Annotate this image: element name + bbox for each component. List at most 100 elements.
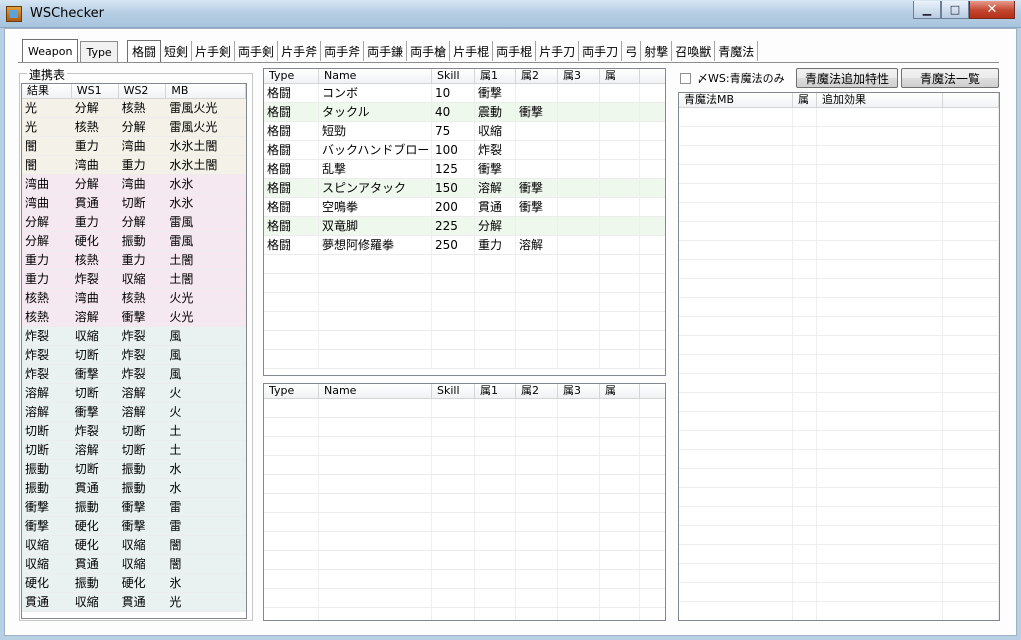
ws-table-col-header[interactable]: 属 — [600, 69, 640, 83]
chain-table-row[interactable]: 収縮 貫通 収縮 闇 — [22, 555, 246, 574]
chain-table-row[interactable]: 溶解 衝撃 溶解 火 — [22, 403, 246, 422]
chain-table-row[interactable]: 分解 重力 分解 雷風 — [22, 213, 246, 232]
ws-table2-col-header[interactable]: Skill — [432, 384, 475, 398]
tab-weapon-8[interactable]: 片手棍 — [450, 41, 494, 61]
chain-table-row[interactable]: 核熱 溶解 衝撃 火光 — [22, 308, 246, 327]
ws-table-row[interactable]: 格闘 スピンアタック 150 溶解 衝撃 — [264, 179, 665, 198]
blue-magic-empty-row — [679, 469, 999, 488]
chain-table-col-header[interactable]: MB — [166, 84, 246, 98]
tab-weapon-15[interactable]: 青魔法 — [715, 41, 759, 61]
blue-magic-col-header[interactable]: 青魔法MB — [679, 93, 793, 107]
tab-type[interactable]: Type — [80, 41, 118, 62]
tab-weapon-7[interactable]: 両手槍 — [407, 41, 451, 61]
ws-table-row[interactable]: 格闘 夢想阿修羅拳 250 重力 溶解 — [264, 236, 665, 255]
tab-weapon-9[interactable]: 両手棍 — [493, 41, 537, 61]
blue-magic-list-button[interactable]: 青魔法一覧 — [901, 68, 999, 88]
tab-weapon-13[interactable]: 射撃 — [641, 41, 673, 61]
chain-table-row[interactable]: 炸裂 衝撃 炸裂 風 — [22, 365, 246, 384]
chain-table-row[interactable]: 衝撃 硬化 衝撃 雷 — [22, 517, 246, 536]
chain-table-row[interactable]: 衝撃 振動 衝撃 雷 — [22, 498, 246, 517]
minimize-button[interactable]: ▁ — [913, 1, 941, 19]
ws-table2-cell — [264, 551, 319, 569]
blue-magic-table[interactable]: 青魔法MB 属追加効果 — [678, 92, 1000, 621]
ws-table2-col-header[interactable]: 属1 — [475, 384, 516, 398]
chain-table-row[interactable]: 湾曲 貫通 切断 水氷 — [22, 194, 246, 213]
blue-magic-only-checkbox[interactable]: 〆WS:青魔法のみ — [680, 70, 785, 86]
ws-table-row[interactable]: 格闘 コンボ 10 衝撃 — [264, 84, 665, 103]
chain-table-col-header[interactable]: WS1 — [72, 84, 119, 98]
chain-table-row[interactable]: 光 分解 核熱 雷風火光 — [22, 99, 246, 118]
chain-table-row[interactable]: 収縮 硬化 収縮 闇 — [22, 536, 246, 555]
ws-table-row[interactable]: 格闘 短勁 75 収縮 — [264, 122, 665, 141]
ws-table-row[interactable]: 格闘 双竜脚 225 分解 — [264, 217, 665, 236]
chain-table-row[interactable]: 重力 炸裂 収縮 土闇 — [22, 270, 246, 289]
blue-magic-col-header[interactable]: 属 — [793, 93, 817, 107]
ws-table2-col-header[interactable]: Name — [319, 384, 432, 398]
ws-table-col-header[interactable]: Skill — [432, 69, 475, 83]
ws-table-col-header[interactable]: 属2 — [516, 69, 558, 83]
ws-table-col-header[interactable]: 属1 — [475, 69, 516, 83]
blue-magic-trait-button[interactable]: 青魔法追加特性 — [796, 68, 898, 88]
chain-table-row[interactable]: 切断 溶解 切断 土 — [22, 441, 246, 460]
tab-weapon-0[interactable]: 格闘 — [127, 40, 162, 62]
ws-table-col-header[interactable]: 属3 — [558, 69, 600, 83]
ws-table2-col-header[interactable]: 属3 — [558, 384, 600, 398]
blue-magic-col-header[interactable] — [943, 93, 999, 107]
ws-table-cell — [600, 141, 640, 159]
ws-table2-cell — [319, 570, 432, 588]
maximize-button[interactable]: □ — [941, 1, 969, 19]
chain-table-col-header[interactable]: WS2 — [119, 84, 167, 98]
ws-table-row[interactable]: 格闘 バックハンドブロー 100 炸裂 — [264, 141, 665, 160]
ws-table[interactable]: Type Name Skill 属1 属2 属3 属格闘 コンボ 10 衝撃 格闘 タックル 40 震動衝… — [263, 68, 666, 376]
ws-table2-empty-row — [264, 570, 665, 589]
blue-magic-col-header[interactable]: 追加効果 — [817, 93, 943, 107]
chain-table[interactable]: 結果 WS1 WS2 MB 光分解 核熱 雷風火光光核熱 分解 雷風火光闇重力 湾曲 水氷土闇闇湾曲… — [21, 83, 247, 619]
checkbox-box[interactable] — [680, 72, 691, 84]
tab-weapon-1[interactable]: 短剣 — [161, 41, 193, 61]
chain-table-row[interactable]: 貫通 収縮 貫通 光 — [22, 593, 246, 612]
ws-table2-cell — [432, 475, 475, 493]
chain-table-row[interactable]: 切断 炸裂 切断 土 — [22, 422, 246, 441]
tab-weapon-6[interactable]: 両手鎌 — [364, 41, 408, 61]
tab-weapon-11[interactable]: 両手刀 — [579, 41, 623, 61]
tab-weapon[interactable]: Weapon — [22, 39, 79, 62]
chain-table-col-header[interactable]: 結果 — [22, 84, 72, 98]
ws-table-col-header[interactable]: Name — [319, 69, 432, 83]
chain-table-row[interactable]: 核熱 湾曲 核熱 火光 — [22, 289, 246, 308]
ws-table-col-header[interactable]: Type — [264, 69, 319, 83]
ws-table2-col-header[interactable]: 属2 — [516, 384, 558, 398]
title-bar[interactable]: WSChecker ▁ □ ✕ — [0, 0, 1021, 28]
blue-magic-cell — [943, 184, 999, 202]
chain-table-row[interactable]: 光 核熱 分解 雷風火光 — [22, 118, 246, 137]
tab-weapon-14[interactable]: 召喚獣 — [672, 41, 716, 61]
chain-table-row[interactable]: 振動 貫通 振動 水 — [22, 479, 246, 498]
ws-table2-col-header[interactable]: Type — [264, 384, 319, 398]
chain-table-row[interactable]: 炸裂 収縮 炸裂 風 — [22, 327, 246, 346]
tab-weapon-2[interactable]: 片手剣 — [192, 41, 236, 61]
chain-table-row[interactable]: 闇 重力 湾曲 水氷土闇 — [22, 137, 246, 156]
chain-table-row[interactable]: 硬化 振動 硬化 氷 — [22, 574, 246, 593]
blue-magic-cell — [679, 317, 793, 335]
chain-table-row[interactable]: 重力 核熱 重力 土闇 — [22, 251, 246, 270]
chain-table-cell: 重力 — [121, 253, 146, 267]
ws-table-row[interactable]: 格闘 乱撃 125 衝撃 — [264, 160, 665, 179]
chain-table-row[interactable]: 闇 湾曲 重力 水氷土闇 — [22, 156, 246, 175]
chain-table-row[interactable]: 炸裂 切断 炸裂 風 — [22, 346, 246, 365]
ws-table-row[interactable]: 格闘 タックル 40 震動 衝撃 — [264, 103, 665, 122]
blue-magic-cell — [679, 507, 793, 525]
ws-table-row[interactable]: 格闘 空鳴拳 200 貫通 衝撃 — [264, 198, 665, 217]
tab-weapon-12[interactable]: 弓 — [622, 41, 642, 61]
tab-weapon-10[interactable]: 片手刀 — [536, 41, 580, 61]
tab-weapon-5[interactable]: 両手斧 — [321, 41, 365, 61]
chain-table-row[interactable]: 分解 硬化 振動 雷風 — [22, 232, 246, 251]
ws-table-secondary[interactable]: Type Name Skill 属1 属2 属3 属 — [263, 383, 666, 621]
ws-table-cell: 夢想阿修羅拳 — [319, 236, 432, 254]
chain-table-row[interactable]: 湾曲 分解 湾曲 水氷 — [22, 175, 246, 194]
ws-table2-cell — [264, 418, 319, 436]
chain-table-row[interactable]: 溶解 切断 溶解 火 — [22, 384, 246, 403]
close-button[interactable]: ✕ — [969, 1, 1015, 19]
tab-weapon-3[interactable]: 両手剣 — [235, 41, 279, 61]
tab-weapon-4[interactable]: 片手斧 — [278, 41, 322, 61]
ws-table2-col-header[interactable]: 属 — [600, 384, 640, 398]
chain-table-row[interactable]: 振動 切断 振動 水 — [22, 460, 246, 479]
